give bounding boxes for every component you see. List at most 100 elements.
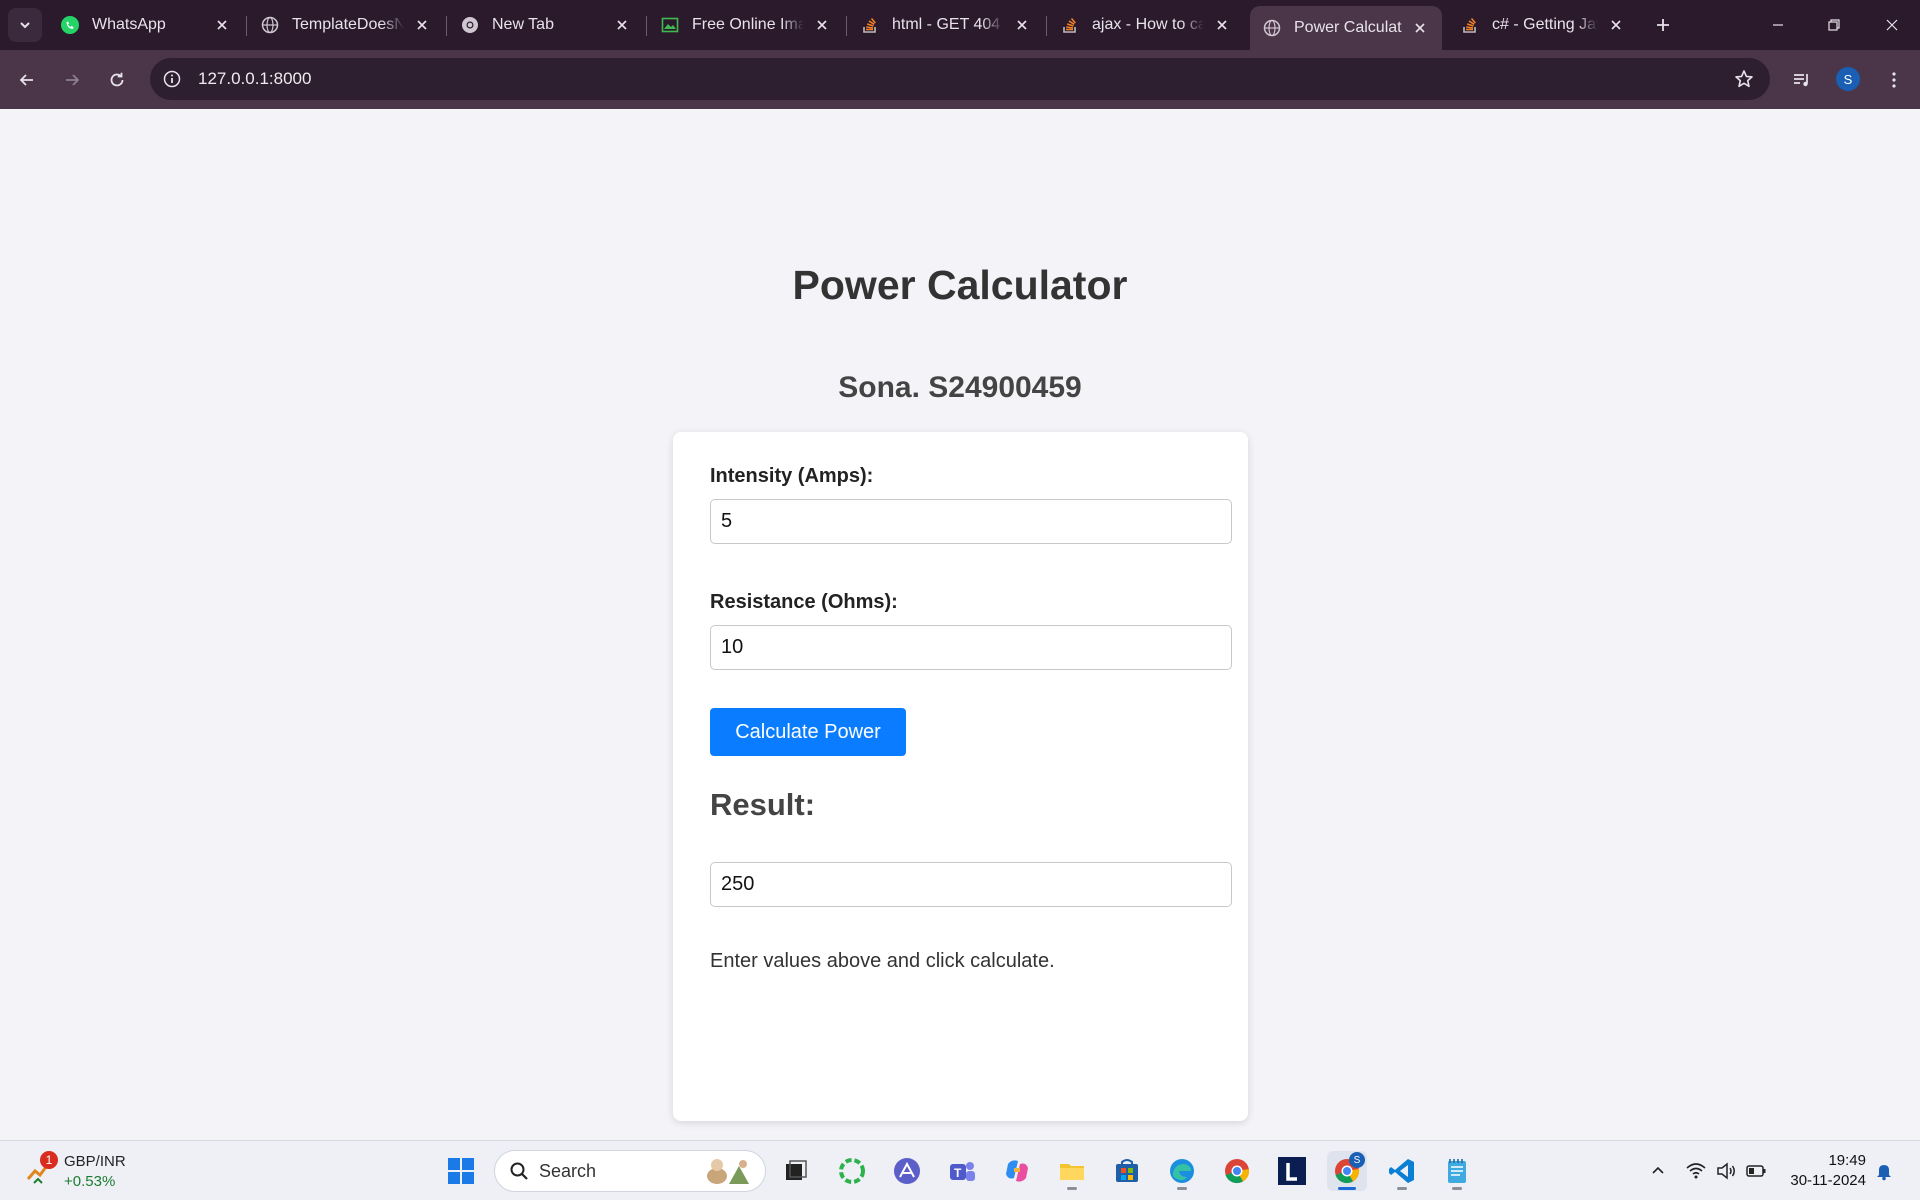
bell-icon xyxy=(1877,1165,1891,1181)
tab-free-online-image[interactable]: Free Online Image xyxy=(648,6,844,44)
minimize-icon xyxy=(1773,24,1783,26)
taskbar-app-copilot[interactable] xyxy=(997,1151,1037,1191)
result-output[interactable] xyxy=(710,862,1232,907)
taskbar-app-circular[interactable] xyxy=(832,1151,872,1191)
browser-menu-button[interactable] xyxy=(1876,62,1912,98)
resistance-label: Resistance (Ohms): xyxy=(710,591,898,613)
close-icon xyxy=(1886,19,1898,31)
close-icon[interactable] xyxy=(812,15,832,35)
url-text[interactable]: 127.0.0.1:8000 xyxy=(198,69,311,89)
store-icon xyxy=(1116,1159,1138,1182)
volume-control[interactable] xyxy=(1714,1159,1738,1183)
reload-icon xyxy=(110,72,124,87)
running-indicator xyxy=(1177,1187,1187,1190)
reload-button[interactable] xyxy=(99,62,135,98)
widget-change: +0.53% xyxy=(64,1173,116,1190)
more-vertical-icon xyxy=(1892,72,1896,88)
intensity-input[interactable] xyxy=(710,499,1232,544)
stackoverflow-icon xyxy=(1460,15,1480,35)
close-icon[interactable] xyxy=(412,15,432,35)
tab-power-calculator[interactable]: Power Calculator xyxy=(1250,6,1442,50)
show-hidden-icons-button[interactable] xyxy=(1646,1159,1670,1183)
forward-button[interactable] xyxy=(54,62,90,98)
battery-status[interactable] xyxy=(1744,1159,1768,1183)
student-name-id: Sona. S24900459 xyxy=(838,371,1082,404)
site-info-icon[interactable] xyxy=(150,58,194,100)
restore-button[interactable] xyxy=(1806,0,1862,50)
clock-date: 30-11-2024 xyxy=(1790,1172,1866,1189)
taskbar-app-triangle[interactable] xyxy=(887,1151,927,1191)
tab-csharp-getting-java[interactable]: c# - Getting Java xyxy=(1448,6,1638,44)
search-icon xyxy=(510,1162,528,1180)
letter-l-app-icon xyxy=(1278,1157,1306,1185)
arrow-right-icon xyxy=(66,74,80,86)
clock[interactable]: 19:49 30-11-2024 xyxy=(1780,1151,1866,1191)
start-button[interactable] xyxy=(441,1151,481,1191)
close-icon[interactable] xyxy=(212,15,232,35)
back-button[interactable] xyxy=(9,62,45,98)
page-title: Power Calculator xyxy=(792,262,1128,308)
close-icon[interactable] xyxy=(1212,15,1232,35)
weather-stock-widget[interactable]: 1 GBP/INR +0.53% xyxy=(20,1149,140,1193)
arrow-left-icon xyxy=(19,74,33,86)
tab-separator xyxy=(846,16,847,36)
close-icon[interactable] xyxy=(1606,15,1626,35)
close-icon[interactable] xyxy=(1012,15,1032,35)
teams-icon: T xyxy=(950,1162,975,1181)
taskbar-app-vscode[interactable] xyxy=(1382,1151,1422,1191)
tab-new-tab[interactable]: New Tab xyxy=(448,6,644,44)
battery-icon xyxy=(1746,1165,1766,1177)
calculate-power-button[interactable]: Calculate Power xyxy=(710,708,906,756)
tab-title: Power Calculator xyxy=(1294,19,1402,36)
tab-title: WhatsApp xyxy=(92,16,166,33)
new-tab-button[interactable] xyxy=(1649,11,1677,39)
stackoverflow-icon xyxy=(1060,15,1080,35)
tab-ajax-how-to-call[interactable]: ajax - How to call xyxy=(1048,6,1244,44)
taskbar-app-l[interactable] xyxy=(1272,1151,1312,1191)
tab-html-get-404[interactable]: html - GET 404 error xyxy=(848,6,1044,44)
vscode-icon xyxy=(1389,1159,1414,1183)
page-content: Power Calculator Sona. S24900459 Intensi… xyxy=(0,109,1920,1140)
copilot-icon xyxy=(1006,1160,1028,1182)
close-icon[interactable] xyxy=(1410,18,1430,38)
circle-app-icon xyxy=(839,1158,865,1184)
running-indicator xyxy=(1397,1187,1407,1190)
taskbar-search[interactable]: Search xyxy=(494,1150,766,1192)
close-window-button[interactable] xyxy=(1864,0,1920,50)
globe-icon xyxy=(260,15,280,35)
running-indicator xyxy=(1067,1187,1077,1190)
tab-title: TemplateDoesNotExist xyxy=(292,16,404,33)
intensity-label: Intensity (Amps): xyxy=(710,465,874,487)
tab-title: New Tab xyxy=(492,16,554,33)
tab-search-button[interactable] xyxy=(8,8,42,42)
taskbar-app-teams[interactable]: T xyxy=(942,1151,982,1191)
resistance-input[interactable] xyxy=(710,625,1232,670)
notification-center-button[interactable] xyxy=(1872,1159,1896,1183)
bookmark-star-icon[interactable] xyxy=(1732,67,1756,91)
tab-template-does-not-exist[interactable]: TemplateDoesNotExist xyxy=(248,6,444,44)
stackoverflow-icon xyxy=(860,15,880,35)
profile-avatar[interactable]: S xyxy=(1836,67,1860,91)
tab-strip: WhatsApp TemplateDoesNotExist New Tab Fr… xyxy=(0,0,1920,50)
minimize-button[interactable] xyxy=(1750,0,1806,50)
taskbar-app-file-explorer[interactable] xyxy=(1052,1151,1092,1191)
taskbar-app-edge[interactable] xyxy=(1162,1151,1202,1191)
chrome-icon xyxy=(1225,1159,1250,1184)
folder-icon xyxy=(1060,1164,1084,1180)
tab-title: Free Online Image xyxy=(692,16,804,33)
taskbar-app-chrome-profile[interactable]: S xyxy=(1327,1151,1367,1191)
taskbar-app-notepad[interactable] xyxy=(1437,1151,1477,1191)
network-status[interactable] xyxy=(1684,1159,1708,1183)
media-controls-button[interactable] xyxy=(1784,62,1820,98)
tab-whatsapp[interactable]: WhatsApp xyxy=(48,6,244,44)
taskbar: 1 GBP/INR +0.53% Search T S 19:49 30-11-… xyxy=(0,1140,1920,1200)
address-bar[interactable]: 127.0.0.1:8000 xyxy=(150,58,1770,100)
close-icon[interactable] xyxy=(612,15,632,35)
globe-icon xyxy=(1262,18,1282,38)
plus-icon xyxy=(1657,19,1669,31)
tab-separator xyxy=(1046,16,1047,36)
taskbar-app-chrome[interactable] xyxy=(1217,1151,1257,1191)
task-view-button[interactable] xyxy=(776,1151,816,1191)
taskbar-app-store[interactable] xyxy=(1107,1151,1147,1191)
chevron-down-icon xyxy=(20,22,30,29)
